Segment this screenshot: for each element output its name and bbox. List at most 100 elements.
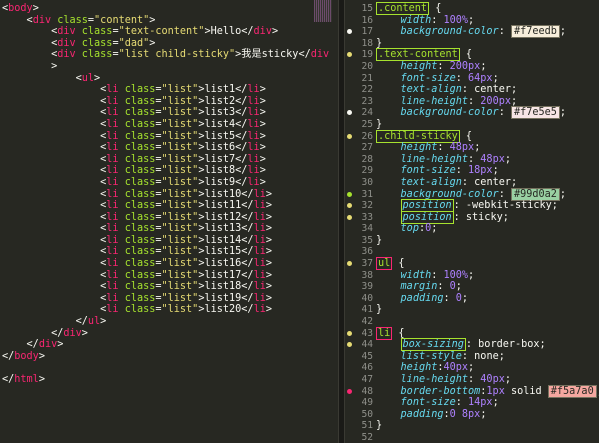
css-line-text: height: 48px; [400, 142, 481, 154]
gutter: 34 [345, 223, 373, 235]
css-line: 24 background-color: #f7e5e5; [345, 106, 599, 120]
css-line: 39 margin: 0; [345, 281, 599, 293]
modified-marker-icon [347, 191, 352, 197]
line-number: 50 [361, 408, 373, 420]
line-number: 26 [361, 130, 373, 142]
html-code: <body> <div class="content"> <div class=… [0, 3, 338, 386]
html-line: <li class="list">list10</li> [0, 189, 338, 201]
html-line-text: </ul> [75, 316, 107, 328]
css-line-text: font-size: 18px; [400, 165, 499, 177]
css-line-text: .text-content { [376, 48, 473, 62]
css-line-text: width: 100%; [400, 269, 475, 281]
gutter: 16 [345, 15, 373, 27]
css-line: 38 width: 100%; [345, 270, 599, 282]
css-line: 32 position: -webkit-sticky; [345, 199, 599, 213]
gutter: 42 [345, 316, 373, 328]
modified-marker-icon [347, 52, 352, 58]
gutter: 41 [345, 304, 373, 316]
line-number: 42 [361, 316, 373, 328]
css-line-text: position: -webkit-sticky; [400, 199, 558, 213]
line-number: 43 [361, 327, 373, 339]
html-editor-pane[interactable]: <body> <div class="content"> <div class=… [0, 0, 338, 443]
line-number: 16 [361, 14, 373, 26]
line-number: 21 [361, 72, 373, 84]
css-code: 15 .content {16 width: 100%; 17 background… [345, 2, 599, 443]
css-line: 25} [345, 119, 599, 131]
gutter: 22 [345, 84, 373, 96]
gutter: 20 [345, 61, 373, 73]
gutter: 44 [345, 339, 373, 351]
css-line-text: padding:0 8px; [400, 408, 487, 420]
html-line: <li class="list">list16</li> [0, 258, 338, 270]
gutter: 18 [345, 38, 373, 50]
line-number: 40 [361, 292, 373, 304]
css-line: 27 height: 48px; [345, 142, 599, 154]
line-number: 39 [361, 281, 373, 293]
html-line-text: <li class="list">list15</li> [100, 246, 272, 258]
gutter: 28 [345, 154, 373, 166]
html-line-text: <li class="list">list7</li> [100, 153, 266, 165]
line-number: 36 [361, 246, 373, 258]
gutter: 43 [345, 328, 373, 340]
pane-divider[interactable] [338, 0, 345, 443]
html-line: <li class="list">list19</li> [0, 293, 338, 305]
html-line-text: <div class="text-content">Hello</div> [51, 26, 279, 38]
html-line: <div class="text-content">Hello</div> [0, 26, 338, 38]
html-line-text: <li class="list">list5</li> [100, 130, 266, 142]
gutter: 31 [345, 189, 373, 201]
modified-marker-icon [347, 203, 352, 209]
gutter: 32 [345, 200, 373, 212]
html-line-text: <li class="list">list2</li> [100, 95, 266, 107]
line-number: 20 [361, 60, 373, 72]
gutter: 36 [345, 246, 373, 258]
css-line-text: border-bottom:1px solid #f5a7a0; [376, 384, 599, 398]
html-line-text: <li class="list">list4</li> [100, 118, 266, 130]
html-line-text: <li class="list">list11</li> [100, 200, 272, 212]
html-line-text: <li class="list">list20</li> [100, 304, 272, 316]
css-line-text: ul { [376, 257, 405, 271]
line-number: 41 [361, 304, 373, 316]
css-line-text: position: sticky; [400, 210, 509, 224]
html-line: </body> [0, 351, 338, 363]
css-line-text: .content { [376, 2, 442, 15]
css-line: 42 [345, 316, 599, 328]
gutter: 35 [345, 235, 373, 247]
html-line: <li class="list">list11</li> [0, 200, 338, 212]
line-number: 24 [361, 107, 373, 119]
gutter: 15 [345, 3, 373, 15]
html-line-text: <body> [2, 3, 39, 14]
modified-marker-icon [347, 110, 352, 116]
html-line-text: <li class="list">list19</li> [100, 292, 272, 304]
css-line-text: line-height: 40px; [400, 374, 511, 385]
html-line: <ul> [0, 73, 338, 85]
html-line: <li class="list">list17</li> [0, 270, 338, 282]
html-line: </html> [0, 374, 338, 386]
html-line: </div> [0, 328, 338, 340]
line-number: 19 [361, 49, 373, 61]
css-line: 33 position: sticky; [345, 210, 599, 224]
html-line-text: > [2, 60, 58, 72]
css-editor-pane[interactable]: 15 .content {16 width: 100%; 17 background… [345, 0, 599, 443]
css-line-text: list-style: none; [400, 350, 505, 362]
html-line: <li class="list">list4</li> [0, 119, 338, 131]
html-line-text: </body> [2, 350, 45, 362]
gutter: 17 [345, 26, 373, 38]
css-line: 22 text-align: center; [345, 84, 599, 96]
html-line: <div class="list child-sticky">我是sticky<… [0, 49, 338, 61]
gutter: 37 [345, 258, 373, 270]
line-number: 35 [361, 234, 373, 246]
html-line: > [0, 61, 338, 73]
css-line: 48 border-bottom:1px solid #f5a7a0; [345, 384, 599, 398]
css-line: 26 .child-sticky { [345, 129, 599, 143]
css-line-text: } [376, 118, 383, 130]
html-line-text: <li class="list">list6</li> [100, 142, 266, 154]
css-line: 52 [345, 432, 599, 443]
html-line: <li class="list">list2</li> [0, 96, 338, 108]
css-line-text: line-height: 48px; [400, 153, 511, 165]
modified-marker-icon [347, 261, 352, 267]
html-line: <li class="list">list6</li> [0, 142, 338, 154]
gutter: 25 [345, 119, 373, 131]
line-number: 25 [361, 118, 373, 130]
gutter: 30 [345, 177, 373, 189]
html-line: <li class="list">list9</li> [0, 177, 338, 189]
